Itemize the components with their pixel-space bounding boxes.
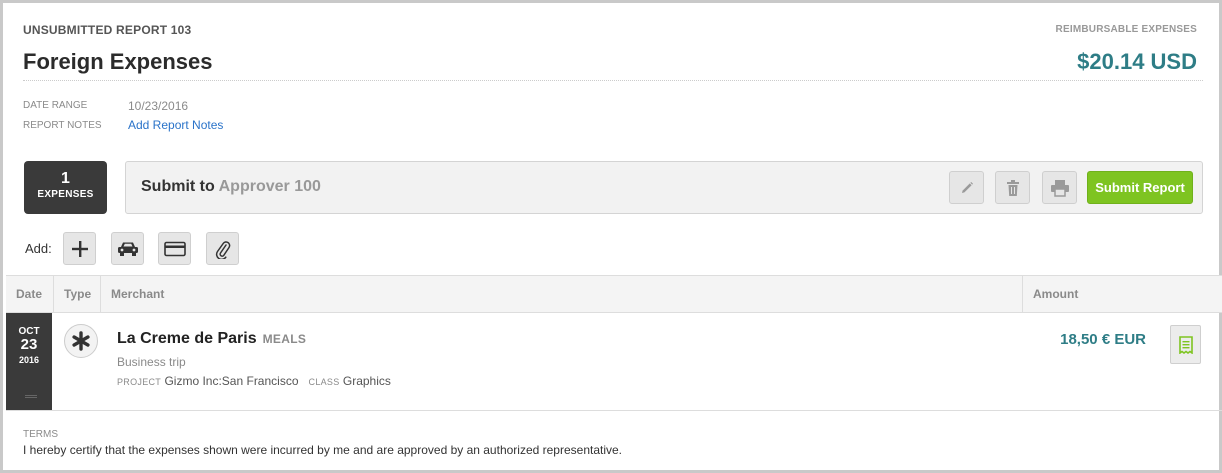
- project-value: Gizmo Inc:San Francisco: [164, 374, 299, 388]
- receipt-button[interactable]: [1170, 325, 1201, 364]
- divider: [100, 276, 101, 312]
- submit-to-text: Submit to Approver 100: [141, 178, 321, 196]
- add-expense-button[interactable]: [63, 232, 96, 265]
- car-icon: [117, 242, 138, 256]
- receipt-icon: [1178, 335, 1193, 354]
- submit-bar: Submit to Approver 100 Submit Report: [125, 161, 1203, 214]
- divider: [23, 80, 1203, 81]
- reimbursable-label: REIMBURSABLE EXPENSES: [1055, 24, 1197, 35]
- asterisk-icon: [72, 331, 90, 351]
- plus-icon: [71, 240, 88, 257]
- date-range-value: 10/23/2016: [128, 99, 189, 113]
- trash-icon: [1006, 179, 1019, 196]
- divider: [6, 410, 1222, 411]
- column-date[interactable]: Date: [16, 276, 42, 312]
- expense-day: 23: [20, 336, 38, 353]
- report-panel: UNSUBMITTED REPORT 103 REIMBURSABLE EXPE…: [0, 0, 1222, 473]
- delete-button[interactable]: [995, 171, 1030, 204]
- expense-table-header: Date Type Merchant Amount: [6, 275, 1222, 313]
- class-label: CLASS: [308, 377, 340, 387]
- expense-amount: 18,50 € EUR: [1060, 331, 1146, 348]
- date-range-label: DATE RANGE: [23, 100, 88, 111]
- credit-card-icon: [163, 241, 186, 256]
- terms-label: TERMS: [23, 429, 58, 440]
- drag-handle-icon[interactable]: [25, 395, 37, 398]
- report-number: UNSUBMITTED REPORT 103: [23, 23, 192, 37]
- attach-receipt-button[interactable]: [206, 232, 239, 265]
- expense-description: Business trip: [117, 355, 186, 369]
- submit-prefix: Submit to: [141, 178, 215, 195]
- submit-report-button[interactable]: Submit Report: [1087, 171, 1193, 204]
- expense-type: [64, 324, 98, 358]
- terms-text: I hereby certify that the expenses shown…: [23, 443, 623, 457]
- column-type[interactable]: Type: [64, 276, 91, 312]
- add-report-notes-link[interactable]: Add Report Notes: [128, 118, 223, 132]
- print-button[interactable]: [1042, 171, 1077, 204]
- printer-icon: [1050, 179, 1069, 197]
- edit-button[interactable]: [949, 171, 984, 204]
- divider: [53, 276, 54, 312]
- expense-tags: PROJECT Gizmo Inc:San Francisco CLASS Gr…: [117, 374, 391, 388]
- table-row[interactable]: La Creme de Paris MEALS: [117, 330, 306, 348]
- divider: [1022, 276, 1023, 312]
- add-card-transaction-button[interactable]: [158, 232, 191, 265]
- expense-year: 2016: [18, 355, 40, 365]
- paperclip-icon: [215, 240, 230, 259]
- expense-date[interactable]: OCT 23 2016: [6, 313, 52, 411]
- column-amount[interactable]: Amount: [1033, 276, 1078, 312]
- column-merchant[interactable]: Merchant: [111, 276, 164, 312]
- merchant-name[interactable]: La Creme de Paris: [117, 330, 257, 347]
- expense-count-number: 1: [61, 170, 70, 187]
- expense-count-label: EXPENSES: [37, 189, 94, 200]
- expense-count-badge: 1 EXPENSES: [24, 161, 107, 214]
- add-mileage-button[interactable]: [111, 232, 144, 265]
- add-label: Add:: [25, 241, 52, 256]
- class-value: Graphics: [342, 374, 391, 388]
- report-notes-label: REPORT NOTES: [23, 120, 102, 131]
- approver-select[interactable]: Approver 100: [219, 178, 321, 195]
- expense-category: MEALS: [262, 332, 307, 346]
- reimbursable-total: $20.14 USD: [1077, 49, 1197, 74]
- pencil-icon: [961, 181, 973, 193]
- page-title[interactable]: Foreign Expenses: [23, 49, 213, 75]
- project-label: PROJECT: [117, 377, 162, 387]
